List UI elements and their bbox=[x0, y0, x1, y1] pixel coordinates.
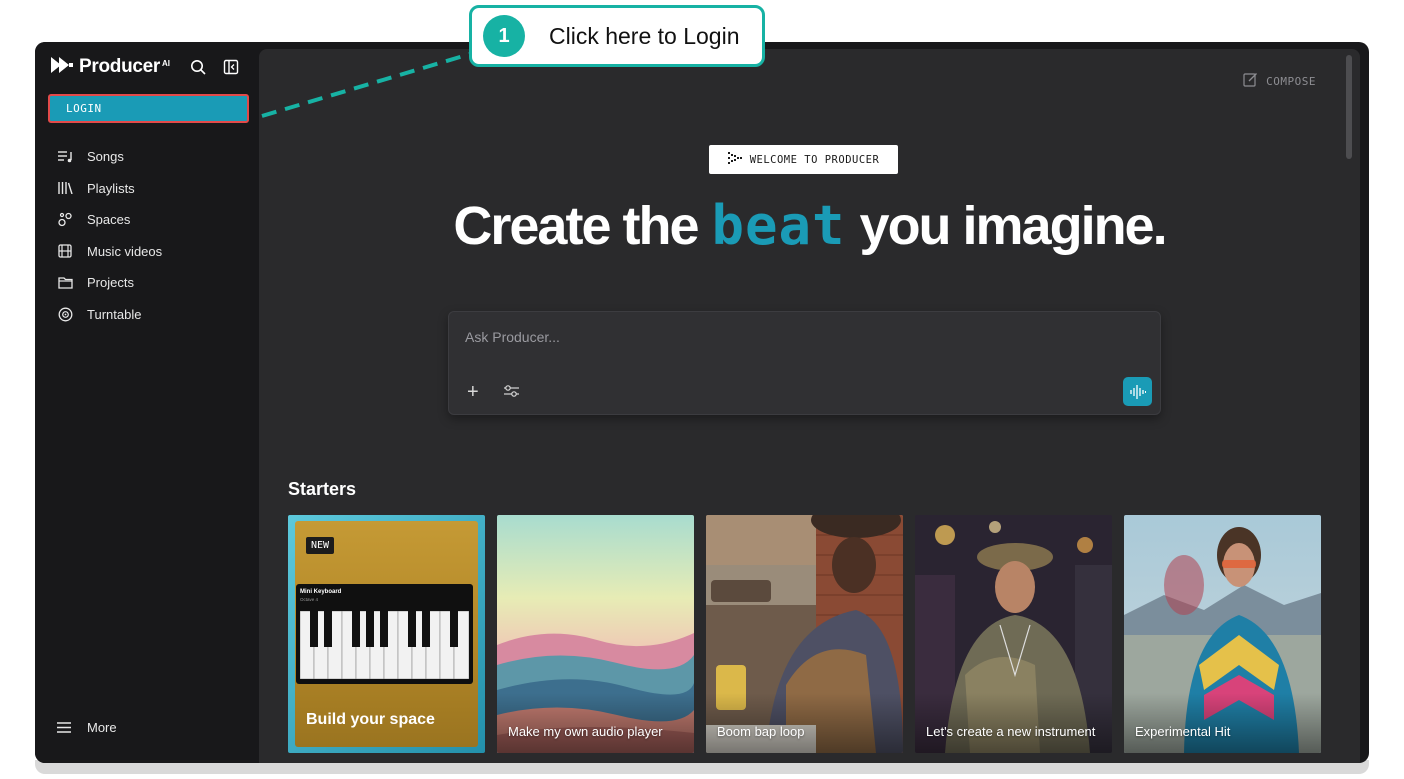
sidebar-item-label: Turntable bbox=[87, 306, 142, 322]
search-icon[interactable] bbox=[188, 57, 208, 77]
brand-name: Producer bbox=[79, 56, 161, 77]
sidebar-item-label: Music videos bbox=[87, 243, 163, 259]
card-fade bbox=[497, 693, 694, 753]
folder-icon bbox=[57, 275, 73, 291]
starter-card-audio-player[interactable]: Make my own audio player bbox=[497, 515, 694, 753]
sidebar-item-label: Projects bbox=[87, 275, 134, 291]
sidebar-item-label: Spaces bbox=[87, 212, 131, 228]
songs-icon bbox=[57, 149, 73, 165]
producer-logo-icon bbox=[727, 152, 742, 167]
card-label: Experimental Hit bbox=[1135, 724, 1231, 739]
card-fade bbox=[915, 693, 1112, 753]
card-label: Boom bap loop bbox=[717, 724, 805, 739]
starter-card-boom-bap[interactable]: Boom bap loop bbox=[706, 515, 903, 753]
sidebar-item-songs[interactable]: Songs bbox=[57, 141, 162, 173]
ask-producer-input[interactable] bbox=[463, 328, 1127, 346]
compose-icon bbox=[1243, 72, 1258, 90]
card-label: Make my own audio player bbox=[508, 724, 663, 739]
brand-sup: AI bbox=[162, 58, 171, 68]
hero-headline: Create the beat you imagine. bbox=[259, 194, 1360, 257]
more-label: More bbox=[87, 720, 117, 735]
sidebar-item-projects[interactable]: Projects bbox=[57, 267, 162, 299]
starter-card-new-instrument[interactable]: Let's create a new instrument bbox=[915, 515, 1112, 753]
widget-subtitle: Octave 4 bbox=[300, 597, 319, 602]
new-badge: NEW bbox=[306, 537, 335, 554]
sidebar-item-turntable[interactable]: Turntable bbox=[57, 299, 162, 331]
welcome-badge-label: WELCOME TO PRODUCER bbox=[749, 153, 880, 166]
film-icon bbox=[57, 243, 73, 259]
scrollbar[interactable] bbox=[1346, 55, 1352, 159]
sidebar: Producer AI LOGIN Songs Playlists Spaces… bbox=[35, 42, 258, 763]
piano-keys-icon bbox=[300, 611, 469, 679]
card-fade bbox=[1124, 693, 1321, 753]
callout-text: Click here to Login bbox=[549, 22, 740, 49]
turntable-icon bbox=[57, 306, 73, 322]
compose-button[interactable]: COMPOSE bbox=[1243, 72, 1316, 90]
sidebar-item-label: Songs bbox=[87, 149, 124, 165]
voice-button[interactable] bbox=[1123, 377, 1152, 406]
welcome-badge: WELCOME TO PRODUCER bbox=[709, 145, 898, 174]
widget-title: Mini Keyboard bbox=[300, 589, 342, 595]
starter-card-build-space[interactable]: NEW Mini Keyboard Octave 4 Build your sp… bbox=[288, 515, 485, 753]
main-content: COMPOSE WELCOME TO PRODUCER Create the be… bbox=[259, 49, 1360, 763]
starter-card-experimental-hit[interactable]: Experimental Hit bbox=[1124, 515, 1321, 753]
card-label: Let's create a new instrument bbox=[926, 724, 1096, 739]
sidebar-item-playlists[interactable]: Playlists bbox=[57, 173, 162, 205]
compose-label: COMPOSE bbox=[1266, 74, 1316, 88]
login-callout: 1 Click here to Login bbox=[469, 5, 765, 67]
card-label: Build your space bbox=[306, 711, 435, 728]
collapse-sidebar-icon[interactable] bbox=[221, 57, 241, 77]
producer-logo-icon bbox=[51, 56, 73, 78]
starters-title: Starters bbox=[288, 479, 357, 499]
plus-icon[interactable]: + bbox=[467, 382, 479, 402]
menu-icon bbox=[57, 722, 73, 733]
playlists-icon bbox=[57, 180, 73, 196]
sidebar-nav: Songs Playlists Spaces Music videos Proj… bbox=[57, 141, 162, 330]
headline-accent: beat bbox=[711, 194, 846, 257]
sidebar-item-label: Playlists bbox=[87, 180, 135, 196]
settings-sliders-icon[interactable] bbox=[504, 384, 519, 403]
card-fade bbox=[706, 693, 903, 753]
headline-before: Create the bbox=[453, 196, 699, 256]
callout-step-number: 1 bbox=[483, 15, 525, 57]
app-window: Producer AI LOGIN Songs Playlists Spaces… bbox=[35, 42, 1369, 763]
sidebar-item-spaces[interactable]: Spaces bbox=[57, 204, 162, 236]
login-button[interactable]: LOGIN bbox=[48, 94, 249, 123]
sidebar-item-music-videos[interactable]: Music videos bbox=[57, 236, 162, 268]
more-menu-button[interactable]: More bbox=[57, 720, 117, 735]
ask-producer-box: + bbox=[448, 311, 1161, 415]
brand-logo[interactable]: Producer AI bbox=[51, 56, 170, 78]
mini-keyboard-widget: Mini Keyboard Octave 4 bbox=[296, 584, 473, 684]
headline-after: you imagine. bbox=[859, 196, 1168, 256]
waveform-icon bbox=[1129, 384, 1146, 399]
spaces-icon bbox=[57, 212, 73, 228]
